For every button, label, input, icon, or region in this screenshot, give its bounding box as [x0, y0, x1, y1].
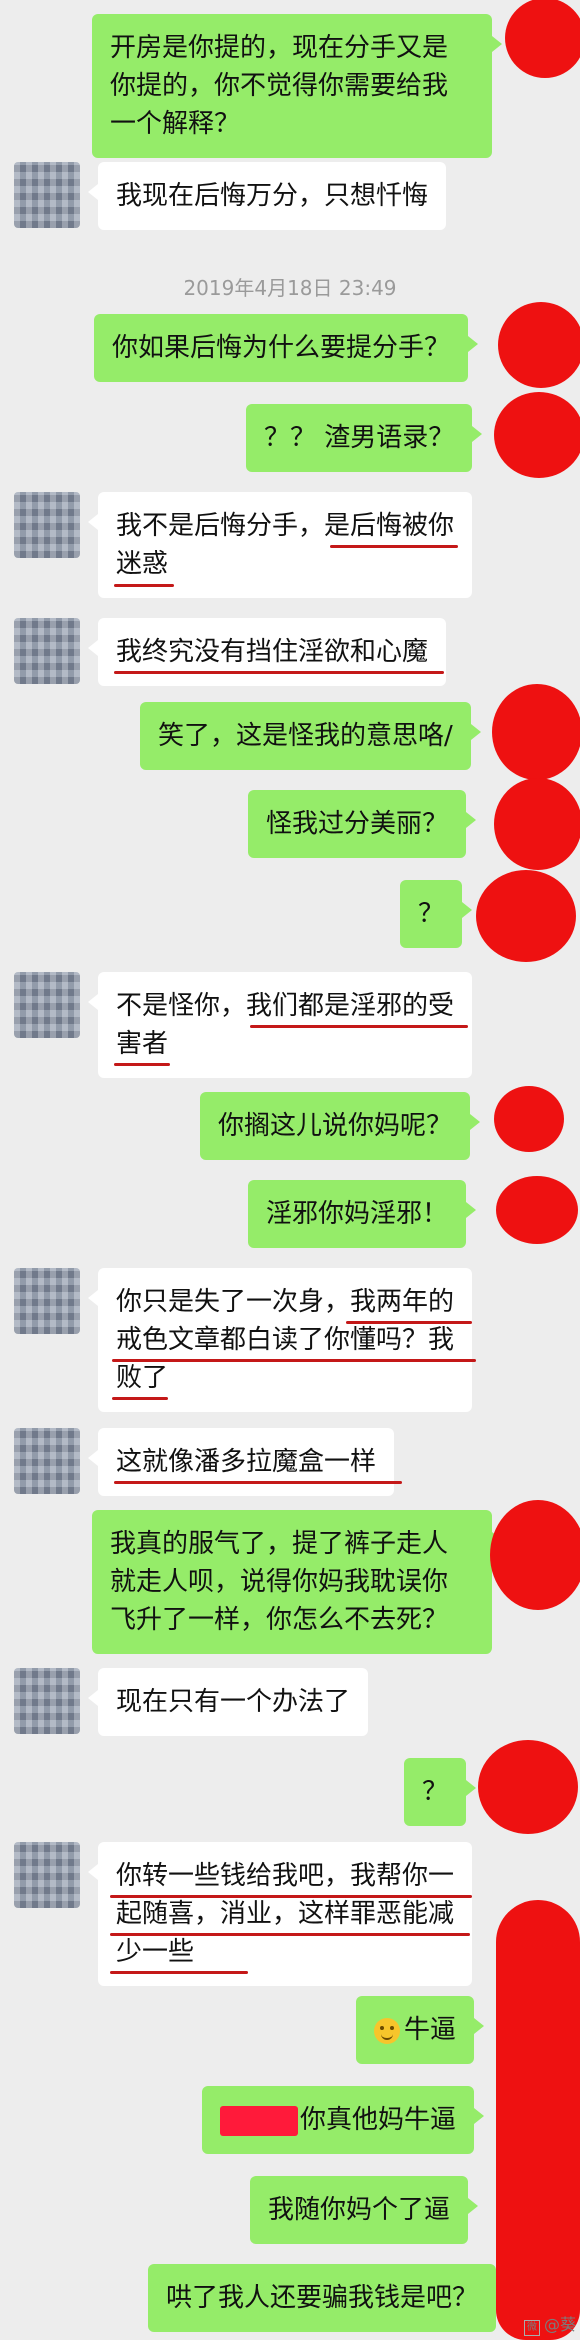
message-line: ？？ 渣男语录？	[264, 423, 455, 453]
annotation-underline	[110, 1933, 470, 1936]
message-line: 飞升了一样，你怎么不去死？	[110, 1605, 449, 1635]
message-line: 败了	[116, 1363, 169, 1393]
annotation-underline	[114, 671, 444, 674]
watermark: 微 @葵	[523, 2311, 576, 2336]
avatar-redaction	[496, 1900, 580, 2340]
avatar-redaction	[498, 302, 580, 388]
message-line: 起随喜，消业，这样罪恶能减	[116, 1899, 455, 1929]
avatar	[14, 618, 80, 684]
avatar	[14, 1428, 80, 1494]
message-bubble-received: 我终究没有挡住淫欲和心魔	[87, 618, 447, 686]
message-line: 哄了我人还要骗我钱是吧？	[166, 2283, 479, 2313]
avatar-redaction	[494, 778, 580, 870]
annotation-underline	[346, 1321, 472, 1324]
annotation-underline	[330, 545, 458, 548]
avatar	[14, 162, 80, 228]
watermark-logo-icon: 微	[523, 2320, 540, 2336]
message-bubble-sent: 牛逼	[356, 1996, 485, 2064]
message-line: 你只是失了一次身，我两年的	[116, 1287, 455, 1317]
annotation-underline	[114, 1063, 170, 1066]
avatar	[14, 1668, 80, 1734]
message-line: 一个解释？	[110, 109, 241, 139]
message-line: 我终究没有挡住淫欲和心魔	[116, 637, 429, 667]
message-bubble-sent: 你真他妈牛逼	[202, 2086, 485, 2154]
message-bubble-sent: 你搁这儿说你妈呢？	[200, 1092, 481, 1160]
message-line: 不是怪你，我们都是淫邪的受	[116, 991, 455, 1021]
avatar	[14, 1268, 80, 1334]
message-line: 我随你妈个了逼	[268, 2195, 451, 2225]
message-bubble-received: 我现在后悔万分，只想忏悔	[87, 162, 447, 230]
timestamp: 2019年4月18日 23:49	[183, 276, 397, 300]
message-line: 少一些	[116, 1937, 195, 1967]
avatar-redaction	[505, 0, 580, 78]
message-line: 害者	[116, 1029, 169, 1059]
message-bubble-sent: 开房是你提的，现在分手又是 你提的，你不觉得你需要给我 一个解释？	[92, 14, 502, 158]
message-line: 怪我过分美丽？	[266, 809, 449, 839]
message-bubble-sent: ？	[404, 1758, 477, 1826]
avatar-redaction	[490, 1500, 580, 1610]
message-line: 开房是你提的，现在分手又是	[110, 33, 449, 63]
message-line: 你提的，你不觉得你需要给我	[110, 71, 449, 101]
message-bubble-sent: 淫邪你妈淫邪！	[248, 1180, 477, 1248]
message-line: 淫邪你妈淫邪！	[266, 1199, 449, 1229]
annotation-underline	[112, 1359, 476, 1362]
annotation-underline	[112, 1397, 168, 1400]
message-line: 你真他妈牛逼	[300, 2105, 457, 2135]
annotation-underline	[114, 584, 174, 587]
message-bubble-received: 这就像潘多拉魔盒一样	[87, 1428, 395, 1496]
avatar	[14, 492, 80, 558]
avatar-redaction	[478, 1740, 578, 1834]
message-bubble-sent: 我随你妈个了逼	[250, 2176, 479, 2244]
message-line: 笑了，这是怪我的意思咯/	[158, 721, 453, 751]
message-line: 就走人呗，说得你妈我耽误你	[110, 1567, 449, 1597]
message-line: 迷惑	[116, 549, 169, 579]
message-bubble-sent: 笑了，这是怪我的意思咯/	[140, 702, 481, 770]
message-line: 这就像潘多拉魔盒一样	[116, 1447, 377, 1477]
message-bubble-sent: 怪我过分美丽？	[248, 790, 477, 858]
message-line: 我真的服气了，提了裤子走人	[110, 1529, 449, 1559]
annotation-underline	[110, 1895, 472, 1898]
message-line: ？	[418, 899, 445, 929]
avatar-redaction	[496, 1176, 578, 1244]
message-line: 牛逼	[404, 2015, 457, 2045]
message-bubble-sent: ？？ 渣男语录？	[246, 404, 483, 472]
message-line: ？	[422, 1777, 449, 1807]
smiley-emoji-icon	[374, 2017, 400, 2044]
annotation-underline	[114, 1481, 402, 1484]
annotation-underline	[250, 1025, 468, 1028]
avatar-redaction	[492, 684, 580, 780]
message-bubble-received: 你转一些钱给我吧，我帮你一 起随喜，消业，这样罪恶能减 少一些	[87, 1842, 473, 1986]
avatar-redaction	[476, 870, 576, 962]
message-bubble-sent: 你如果后悔为什么要提分手？	[94, 314, 479, 382]
message-line: 我不是后悔分手，是后悔被你	[116, 511, 455, 541]
text-redaction	[220, 2105, 298, 2136]
message-bubble-received: 现在只有一个办法了	[87, 1668, 369, 1736]
avatar	[14, 972, 80, 1038]
message-bubble-sent: 哄了我人还要骗我钱是吧？	[148, 2264, 507, 2332]
message-line: 你转一些钱给我吧，我帮你一	[116, 1861, 455, 1891]
annotation-underline	[110, 1971, 248, 1974]
message-line: 你如果后悔为什么要提分手？	[112, 333, 451, 363]
message-line: 戒色文章都白读了你懂吗？我	[116, 1325, 455, 1355]
message-bubble-sent: ？	[400, 880, 473, 948]
avatar-redaction	[494, 1086, 564, 1152]
message-bubble-sent: 我真的服气了，提了裤子走人 就走人呗，说得你妈我耽误你 飞升了一样，你怎么不去死…	[92, 1510, 502, 1654]
message-line: 你搁这儿说你妈呢？	[218, 1111, 453, 1141]
avatar	[14, 1842, 80, 1908]
message-line: 我现在后悔万分，只想忏悔	[116, 181, 429, 211]
avatar-redaction	[494, 392, 580, 478]
message-line: 现在只有一个办法了	[116, 1687, 351, 1717]
message-bubble-received: 你只是失了一次身，我两年的 戒色文章都白读了你懂吗？我 败了	[87, 1268, 473, 1412]
